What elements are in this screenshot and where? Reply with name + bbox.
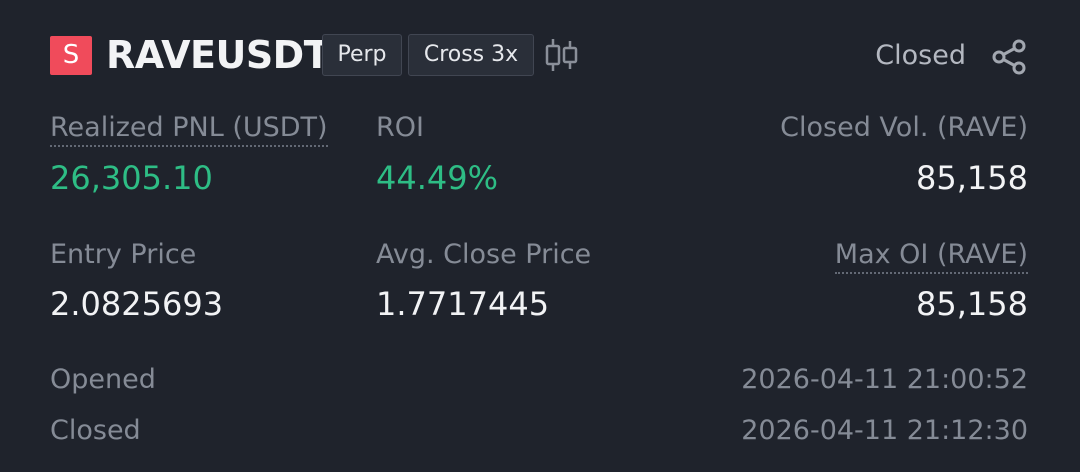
- realized-pnl-value: 26,305.10: [50, 159, 213, 197]
- closed-position-card: S RAVEUSDT Perp Cross 3x Closed Realized…: [0, 0, 1080, 472]
- share-icon[interactable]: [990, 38, 1028, 76]
- position-status: Closed: [875, 40, 966, 71]
- opened-time: 2026-04-11 21:00:52: [741, 364, 1028, 395]
- roi-value: 44.49%: [376, 159, 499, 197]
- roi-label: ROI: [376, 112, 424, 143]
- closed-time: 2026-04-11 21:12:30: [741, 415, 1028, 446]
- symbol-title: RAVEUSDT: [106, 33, 330, 77]
- opened-label: Opened: [50, 364, 156, 395]
- margin-leverage-tag: Cross 3x: [408, 34, 534, 76]
- closed-label: Closed: [50, 415, 141, 446]
- closed-vol-label: Closed Vol. (RAVE): [780, 112, 1028, 143]
- realized-pnl-label[interactable]: Realized PNL (USDT): [50, 111, 328, 147]
- max-oi-value: 85,158: [916, 285, 1028, 323]
- perp-tag: Perp: [322, 34, 402, 76]
- avg-close-price-label: Avg. Close Price: [376, 239, 592, 270]
- closed-vol-value: 85,158: [916, 159, 1028, 197]
- entry-price-label: Entry Price: [50, 239, 197, 270]
- max-oi-label[interactable]: Max OI (RAVE): [834, 238, 1028, 274]
- short-side-badge: S: [50, 36, 92, 75]
- avg-close-price-value: 1.7717445: [376, 285, 550, 323]
- entry-price-value: 2.0825693: [50, 285, 224, 323]
- candlestick-chart-icon[interactable]: [544, 37, 578, 73]
